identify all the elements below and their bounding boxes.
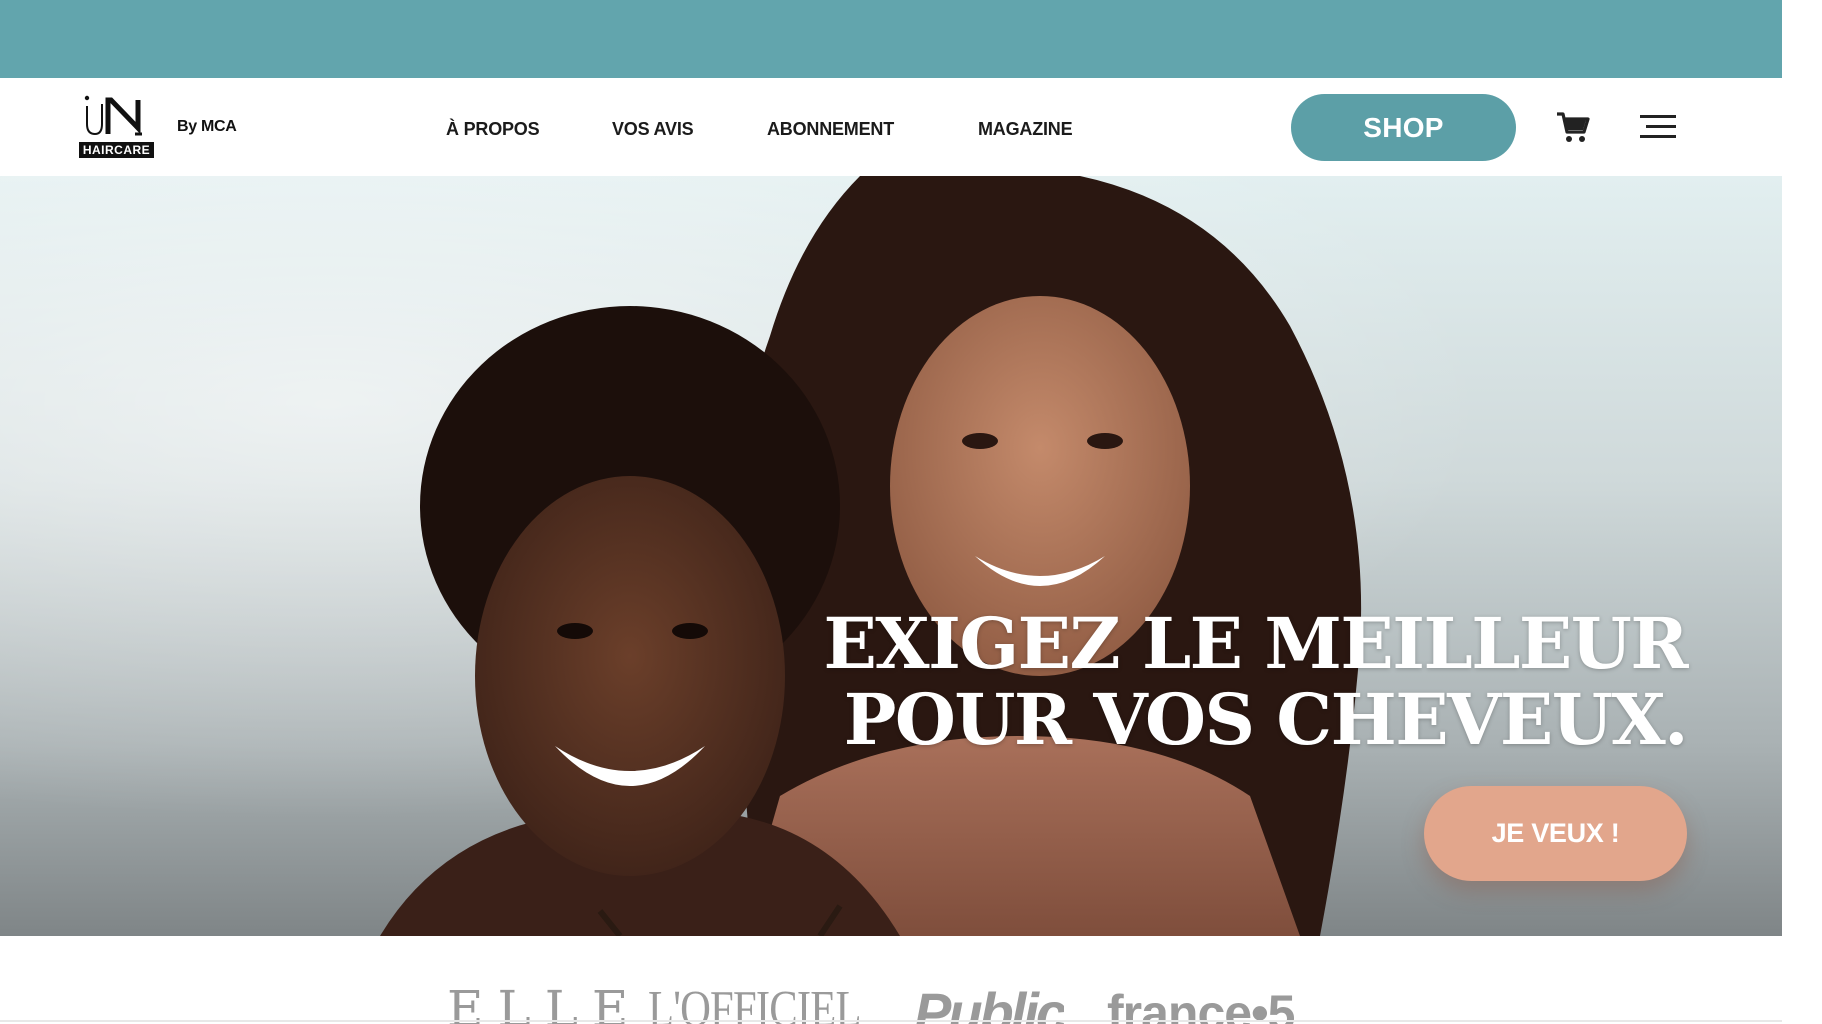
page: HAIRCARE By MCA À PROPOS VOS AVIS ABONNE… <box>0 0 1822 1024</box>
logo-badge: HAIRCARE <box>79 142 154 158</box>
hero-models-photo <box>380 176 1362 936</box>
nav-item-vos-avis[interactable]: VOS AVIS <box>612 119 694 140</box>
hero-headline: EXIGEZ LE MEILLEUR POUR VOS CHEVEUX. <box>823 602 1689 761</box>
press-logo-france5: france•5 <box>1107 985 1295 1024</box>
press-logo-elle: ELLE <box>447 980 643 1024</box>
hamburger-menu-icon[interactable] <box>1640 112 1676 142</box>
je-veux-button[interactable]: JE VEUX ! <box>1424 786 1687 881</box>
scrollbar-gutter <box>1782 0 1822 1024</box>
hero-headline-line-2: POUR VOS CHEVEUX. <box>843 678 1689 761</box>
press-logos-strip <box>0 936 1822 1024</box>
cart-icon[interactable] <box>1555 110 1591 144</box>
nav-item-magazine[interactable]: MAGAZINE <box>978 119 1073 140</box>
site-header <box>0 78 1822 176</box>
nav-item-abonnement[interactable]: ABONNEMENT <box>767 119 894 140</box>
brand-byline: By MCA <box>177 118 237 135</box>
hero-headline-line-1: EXIGEZ LE MEILLEUR <box>823 602 1688 685</box>
brand-logo[interactable]: HAIRCARE <box>78 94 156 164</box>
press-logo-lofficiel: L'OFFICIEL <box>648 981 861 1024</box>
un-haircare-logo-icon <box>84 95 142 136</box>
bottom-divider <box>0 1020 1822 1022</box>
press-logo-public: Public <box>914 981 1065 1024</box>
shop-button[interactable]: SHOP <box>1291 94 1516 161</box>
nav-item-a-propos[interactable]: À PROPOS <box>446 119 540 140</box>
top-announcement-bar <box>0 0 1822 78</box>
